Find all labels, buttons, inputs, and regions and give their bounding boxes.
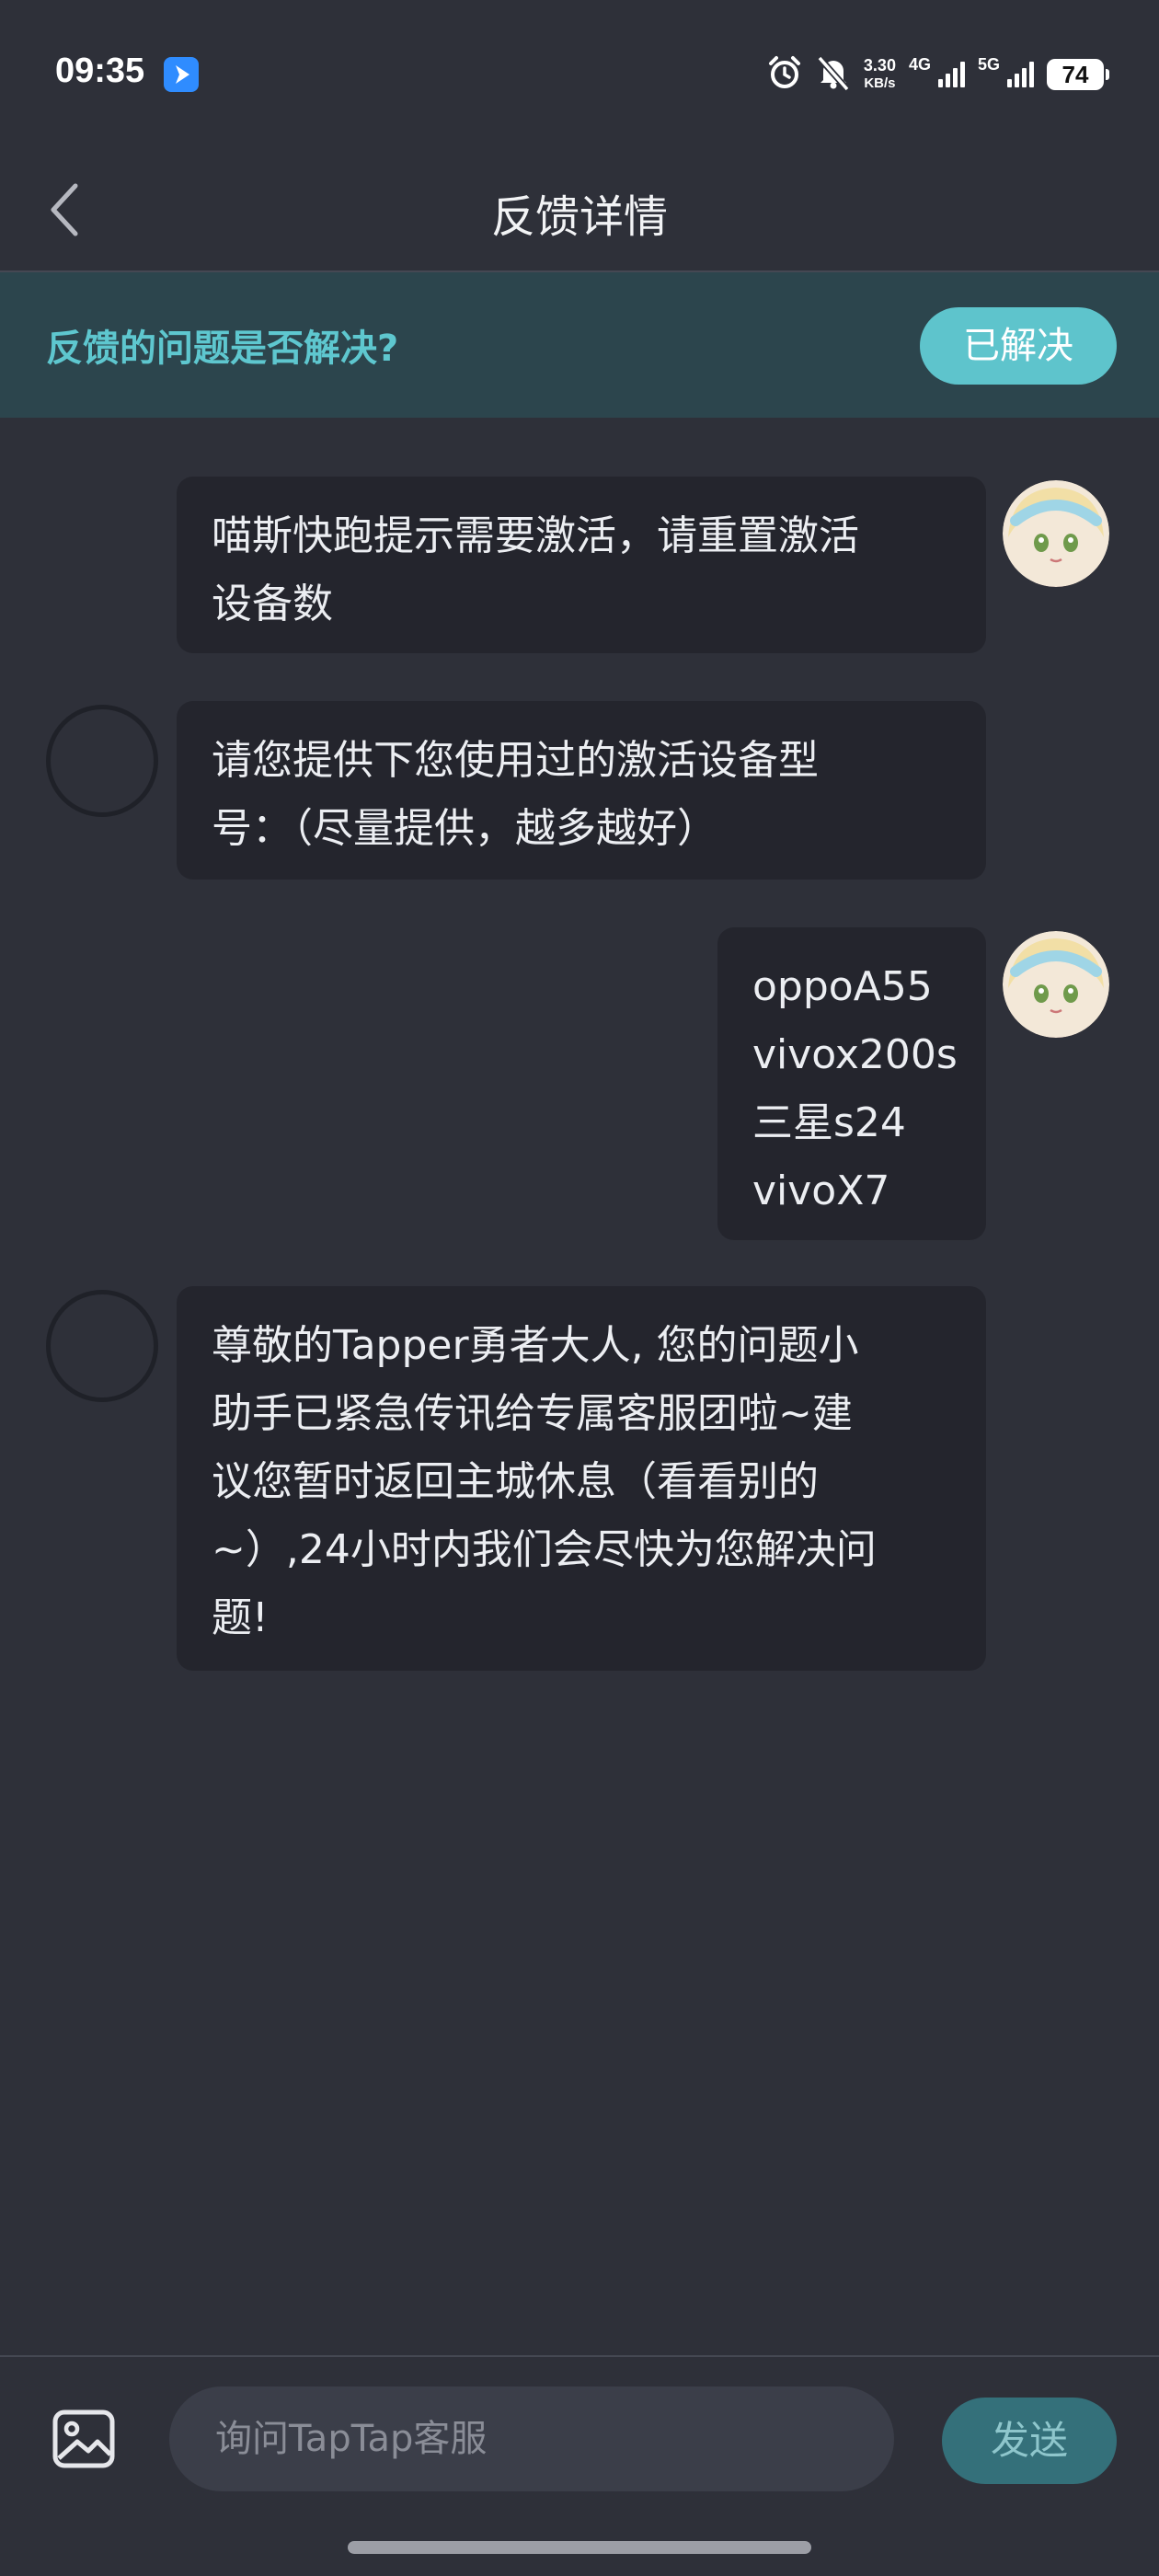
network-speed-value: 3.30 bbox=[863, 56, 896, 75]
message-line: 助手已紧急传讯给专属客服团啦~建 bbox=[212, 1390, 853, 1437]
resolved-question: 反馈的问题是否解决? bbox=[46, 328, 399, 370]
message-line: 设备数 bbox=[212, 581, 333, 627]
message-line: 尊敬的Tapper勇者大人, 您的问题小 bbox=[212, 1322, 859, 1369]
screen: 09:35 3.30 KB/s 4G 5G 74 反馈详情 反馈的问题是否解决?… bbox=[0, 0, 1159, 2576]
network-speed: 3.30 KB/s bbox=[864, 57, 896, 92]
sim1-network-type: 4G bbox=[908, 55, 931, 74]
battery-level: 74 bbox=[1061, 61, 1089, 88]
message-line: 三星s24 bbox=[752, 1099, 906, 1146]
support-avatar bbox=[46, 705, 158, 817]
app-header: 反馈详情 bbox=[0, 147, 1159, 272]
sim2-network-type: 5G bbox=[977, 55, 1000, 74]
message-line: 请您提供下您使用过的激活设备型 bbox=[212, 737, 819, 784]
message-bubble-user: oppoA55 vivox200s 三星s24 vivoX7 bbox=[717, 927, 986, 1240]
page-title: 反馈详情 bbox=[490, 191, 668, 243]
app-notification-icon bbox=[164, 57, 199, 92]
network-speed-unit: KB/s bbox=[864, 75, 896, 91]
message-line: ~）,24小时内我们会尽快为您解决问 bbox=[212, 1526, 877, 1573]
mute-bell-icon bbox=[816, 54, 851, 95]
message-line: vivox200s bbox=[752, 1031, 958, 1078]
status-bar: 09:35 3.30 KB/s 4G 5G 74 bbox=[0, 0, 1159, 147]
sim1-signal-icon bbox=[937, 62, 965, 87]
support-avatar bbox=[46, 1290, 158, 1402]
battery-icon: 74 bbox=[1047, 59, 1109, 90]
alarm-icon bbox=[766, 54, 803, 95]
message-line: 题! bbox=[212, 1594, 269, 1641]
message-bubble-support: 请您提供下您使用过的激活设备型 号：（尽量提供，越多越好） bbox=[177, 701, 986, 880]
message-line: 号：（尽量提供，越多越好） bbox=[212, 805, 717, 852]
status-icons: 3.30 KB/s 4G 5G 74 bbox=[766, 52, 1109, 98]
message-bubble-support: 尊敬的Tapper勇者大人, 您的问题小 助手已紧急传讯给专属客服团啦~建 议您… bbox=[177, 1286, 986, 1671]
image-upload-button[interactable] bbox=[52, 2407, 116, 2471]
message-line: 喵斯快跑提示需要激活，请重置激活 bbox=[212, 512, 859, 559]
resolved-button[interactable]: 已解决 bbox=[920, 307, 1117, 385]
message-line: vivoX7 bbox=[752, 1167, 890, 1214]
message-line: oppoA55 bbox=[752, 963, 933, 1010]
feedback-resolved-banner: 反馈的问题是否解决? 已解决 bbox=[0, 272, 1159, 418]
sim2-signal-icon bbox=[1007, 62, 1034, 87]
message-bubble-user: 喵斯快跑提示需要激活，请重置激活 设备数 bbox=[177, 477, 986, 653]
user-avatar[interactable] bbox=[1003, 931, 1109, 1038]
user-avatar[interactable] bbox=[1003, 480, 1109, 587]
message-input[interactable] bbox=[169, 2386, 894, 2491]
send-button[interactable]: 发送 bbox=[942, 2398, 1117, 2484]
image-icon bbox=[52, 2409, 115, 2468]
status-time: 09:35 bbox=[55, 52, 145, 90]
message-line: 议您暂时返回主城休息（看看别的 bbox=[212, 1458, 819, 1505]
home-indicator[interactable] bbox=[348, 2541, 811, 2554]
